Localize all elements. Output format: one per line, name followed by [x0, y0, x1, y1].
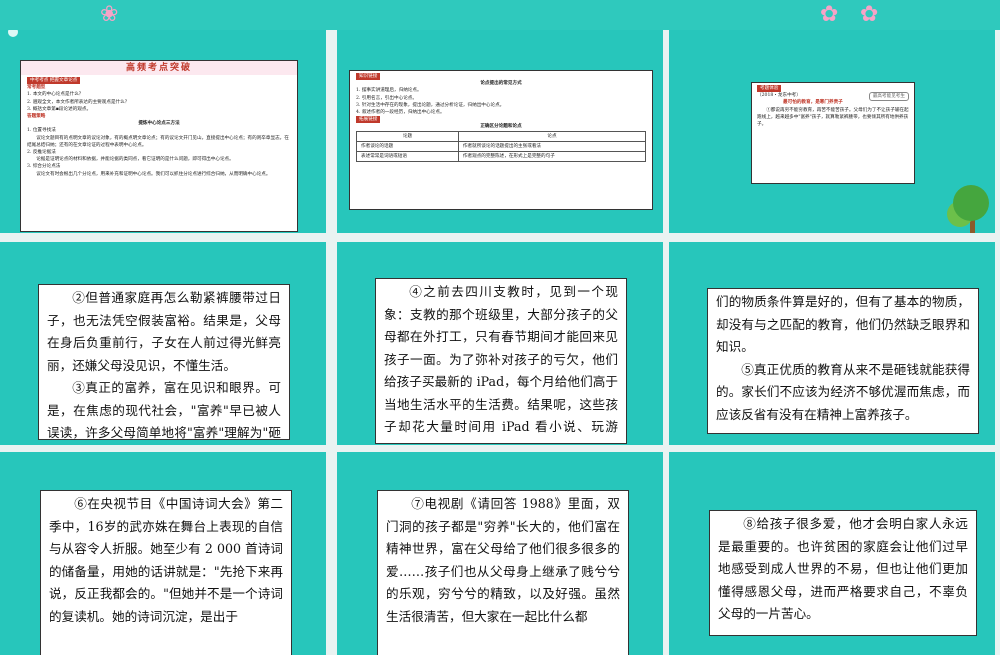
table-cell: 表述常常是词语或短语 — [356, 150, 459, 162]
source-text: （2018・龙东中考） — [757, 93, 801, 99]
method-item: 4. 叙述作者的一段经历，归纳出中心论点。 — [356, 110, 445, 116]
slide-1[interactable]: 高频考点突破 中考考点 把握文章论点 常考题型 1. 本文的中心论点是什么？ 2… — [0, 30, 326, 233]
method-title: 提炼中心论点三方法 — [138, 121, 180, 127]
article-paragraph: ①都说再穷不能穷教育，再苦不能苦孩子。父母们为了不让孩子输在起跑线上，越来越多中… — [757, 107, 909, 128]
article-paragraph: ③真正的富养，富在见识和眼界。可是，在焦虑的现代社会，"富养"早已被人误读，许多… — [47, 380, 281, 440]
compare-table: 论题 论点 作者谈论的话题 作者就所谈论的话题提出的主张或看法 表述常常是词语或… — [356, 130, 647, 162]
method-item: 2. 引用名言，引出中心论点。 — [356, 95, 417, 101]
card-title: 论点提出的常见方式 — [480, 81, 522, 87]
table-cell: 作者谈论的话题 — [356, 140, 459, 152]
slide-4[interactable]: ②但普通家庭再怎么勒紧裤腰带过日子，也无法凭空假装富裕。结果是，父母在身后负重前… — [0, 242, 326, 445]
table-cell: 作者就所谈论的话题提出的主张或看法 — [457, 140, 647, 152]
article-paragraph: ④之前去四川支教时，见到一个现象：支教的那个班级里，大部分孩子的父母都在外打工，… — [384, 284, 618, 443]
top-strip — [0, 0, 1000, 30]
table-title: 正确区分论题和论点 — [480, 124, 522, 130]
slide-6-card: 们的物质条件算是好的，但有了基本的物质，却没有与之匹配的教育，他们仍然缺乏眼界和… — [707, 288, 979, 434]
slide-8[interactable]: ⑦电视剧《请回答 1988》里面，双门洞的孩子都是"穷养"长大的，他们富在精神世… — [337, 452, 663, 655]
section-heading: 常考题型 — [27, 85, 46, 91]
slide-2-card: 知识链接 论点提出的常见方式 1. 摆事实讲道理后，归纳论点。 2. 引用名言，… — [349, 70, 653, 210]
slide-7[interactable]: ⑥在央视节目《中国诗词大会》第二季中，16岁的武亦姝在舞台上表现的自信与从容令人… — [0, 452, 326, 655]
banner-title: 高频考点突破 — [21, 61, 297, 75]
article-paragraph: ⑥在央视节目《中国诗词大会》第二季中，16岁的武亦姝在舞台上表现的自信与从容令人… — [49, 496, 283, 624]
table-cell: 作者观点的完整陈述，在形式上是完整的句子 — [457, 150, 647, 162]
method-2: 2. 反推论据法 — [27, 150, 56, 156]
slide-5-card: ④之前去四川支教时，见到一个现象：支教的那个班级里，大部分孩子的父母都在外打工，… — [375, 278, 627, 444]
extend-tag: 拓展链接 — [356, 116, 381, 124]
method-2-text: 论据是证明论点的材料和依据，并能论据的类同点，看它证明的是什么问题，即可得出中心… — [36, 157, 234, 163]
table-header-cell: 论点 — [457, 130, 647, 142]
knowledge-tag: 知识链接 — [356, 73, 381, 80]
article-paragraph: ⑧给孩子很多爱，他才会明白家人永远是最重要的。也许贫困的家庭会让他们过早地感受到… — [718, 516, 968, 621]
table-row: 作者谈论的话题 作者就所谈论的话题提出的主张或看法 — [356, 140, 647, 152]
method-item: 1. 摆事实讲道理后，归纳论点。 — [356, 88, 422, 94]
slide-3[interactable]: 考题体验 （2018・龙东中考） 最高考能见考生 最可怕的教育，是寒门养贵子 ①… — [669, 30, 995, 233]
section-heading: 答题策略 — [27, 114, 46, 120]
butterfly-icon: ❀ — [100, 2, 119, 27]
table-row: 表述常常是词语或短语 作者观点的完整陈述，在形式上是完整的句子 — [356, 150, 647, 162]
flower-icon: ✿ — [820, 2, 839, 27]
exam-tag: 考题体验 — [757, 85, 782, 92]
slide-7-card: ⑥在央视节目《中国诗词大会》第二季中，16岁的武亦姝在舞台上表现的自信与从容令人… — [40, 490, 292, 655]
slide-9-card: ⑧给孩子很多爱，他才会明白家人永远是最重要的。也许贫困的家庭会让他们过早地感受到… — [709, 510, 977, 636]
slide-4-card: ②但普通家庭再怎么勒紧裤腰带过日子，也无法凭空假装富裕。结果是，父母在身后负重前… — [38, 284, 290, 440]
slide-5[interactable]: ④之前去四川支教时，见到一个现象：支教的那个班级里，大部分孩子的父母都在外打工，… — [337, 242, 663, 445]
slide-6[interactable]: 们的物质条件算是好的，但有了基本的物质，却没有与之匹配的教育，他们仍然缺乏眼界和… — [669, 242, 995, 445]
slide-3-card: 考题体验 （2018・龙东中考） 最高考能见考生 最可怕的教育，是寒门养贵子 ①… — [751, 82, 915, 184]
article-paragraph: ②但普通家庭再怎么勒紧裤腰带过日子，也无法凭空假装富裕。结果是，父母在身后负重前… — [47, 290, 281, 373]
method-3: 3. 综合分论点法 — [27, 164, 61, 170]
article-paragraph: ⑦电视剧《请回答 1988》里面，双门洞的孩子都是"穷养"长大的，他们富在精神世… — [386, 496, 620, 624]
source-badge: 最高考能见考生 — [868, 92, 909, 102]
question-3: 3. 概括文章第▪段论述的观点。 — [27, 106, 92, 112]
method-1-text: 议论文题目有的点明文章的议论对象，有的概点明文章论点；有的议论文开门见山，直接提… — [27, 135, 289, 148]
method-1: 1. 位置寻找法 — [27, 128, 56, 134]
slide-9[interactable]: ⑧给孩子很多爱，他才会明白家人永远是最重要的。也许贫困的家庭会让他们过早地感受到… — [669, 452, 995, 655]
question-1: 1. 本文的中心论点是什么？ — [27, 92, 84, 98]
slide-8-card: ⑦电视剧《请回答 1988》里面，双门洞的孩子都是"穷养"长大的，他们富在精神世… — [377, 490, 629, 655]
method-item: 3. 针对生活中存在的现象，提出论题，通过分析论证，归纳出中心论点。 — [356, 102, 505, 108]
tree-icon — [945, 185, 995, 233]
article-paragraph: 们的物质条件算是好的，但有了基本的物质，却没有与之匹配的教育，他们仍然缺乏眼界和… — [716, 294, 970, 354]
method-3-text: 议论文有时会根出几个分论点，用来补充和证明中心论点。我们可以抓住分论点进行综合归… — [36, 171, 271, 177]
topic-tag: 中考考点 把握文章论点 — [27, 77, 81, 84]
table-header-cell: 论题 — [356, 130, 459, 142]
flower-icon: ✿ — [860, 2, 879, 27]
table-header: 论题 论点 — [356, 130, 647, 142]
slide-1-card: 高频考点突破 中考考点 把握文章论点 常考题型 1. 本文的中心论点是什么？ 2… — [20, 60, 298, 232]
decor-dot — [8, 30, 18, 37]
question-2: 2. 遍观全文，本文作者所表达的主要观点是什么？ — [27, 99, 130, 105]
slide-2[interactable]: 知识链接 论点提出的常见方式 1. 摆事实讲道理后，归纳论点。 2. 引用名言，… — [337, 30, 663, 233]
article-paragraph: ⑤真正优质的教育从来不是砸钱就能获得的。家长们不应该为经济不够优渥而焦虑，而应该… — [716, 361, 970, 422]
